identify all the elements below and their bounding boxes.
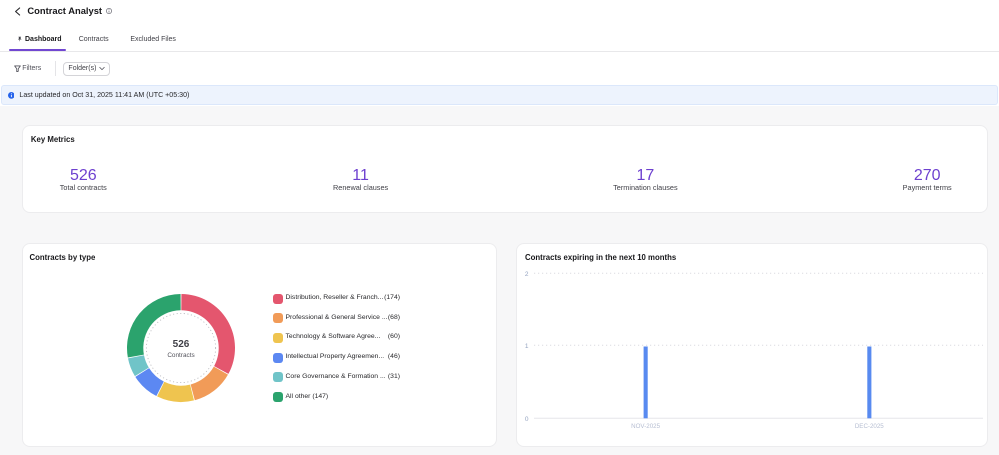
svg-text:DEC-2025: DEC-2025 xyxy=(855,423,884,430)
svg-text:2: 2 xyxy=(525,271,529,278)
svg-text:0: 0 xyxy=(525,416,529,423)
svg-text:1: 1 xyxy=(525,343,529,350)
svg-text:NOV-2025: NOV-2025 xyxy=(631,423,660,430)
